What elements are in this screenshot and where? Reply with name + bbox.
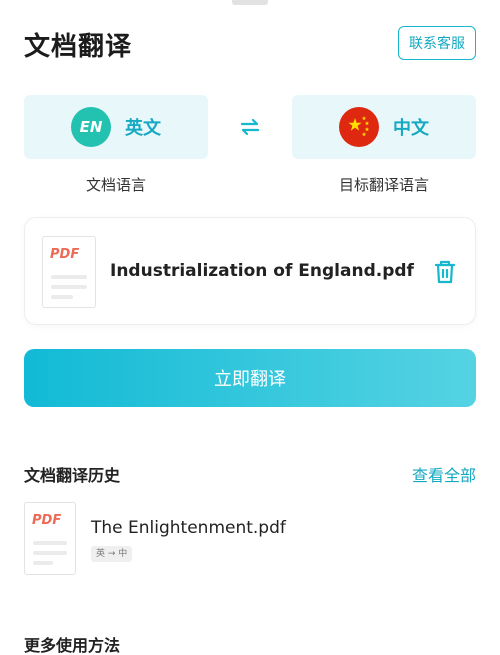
english-icon: EN bbox=[71, 107, 111, 147]
history-item[interactable]: PDF The Enlightenment.pdf 英 → 中 bbox=[24, 502, 476, 578]
china-flag-icon bbox=[339, 107, 379, 147]
sheet-grabber[interactable] bbox=[232, 0, 268, 5]
page-title: 文档翻译 bbox=[24, 32, 133, 62]
target-language-caption: 目标翻译语言 bbox=[338, 176, 429, 194]
pdf-file-icon: PDF bbox=[24, 502, 76, 575]
pdf-line-decoration bbox=[51, 285, 87, 289]
target-language-card[interactable]: 中文 bbox=[292, 95, 476, 159]
selected-file-card: PDF Industrialization of England.pdf bbox=[24, 217, 476, 325]
source-language-caption: 文档语言 bbox=[85, 176, 146, 194]
translate-now-button[interactable]: 立即翻译 bbox=[24, 349, 476, 407]
target-language-name: 中文 bbox=[393, 118, 429, 139]
selected-file-name: Industrialization of England.pdf bbox=[110, 261, 414, 281]
history-file-name: The Enlightenment.pdf bbox=[91, 518, 286, 538]
pdf-line-decoration bbox=[33, 551, 67, 555]
pdf-line-decoration bbox=[51, 295, 73, 299]
pdf-type-label: PDF bbox=[32, 513, 62, 528]
more-usage-title: 更多使用方法 bbox=[24, 636, 121, 655]
trash-icon[interactable] bbox=[432, 258, 458, 286]
source-language-name: 英文 bbox=[125, 118, 161, 139]
contact-support-button[interactable]: 联系客服 bbox=[398, 26, 476, 60]
pdf-line-decoration bbox=[51, 275, 87, 279]
pdf-type-label: PDF bbox=[50, 247, 80, 262]
language-selector: EN 英文 中文 bbox=[24, 95, 476, 159]
pdf-line-decoration bbox=[33, 561, 53, 565]
pdf-file-icon: PDF bbox=[42, 236, 96, 308]
header: 文档翻译 联系客服 bbox=[24, 26, 476, 62]
history-section-title: 文档翻译历史 bbox=[24, 466, 121, 485]
pdf-line-decoration bbox=[33, 541, 67, 545]
swap-languages-icon[interactable] bbox=[238, 117, 262, 137]
source-language-card[interactable]: EN 英文 bbox=[24, 95, 208, 159]
translation-direction-badge: 英 → 中 bbox=[91, 546, 133, 562]
view-all-link[interactable]: 查看全部 bbox=[412, 462, 476, 486]
